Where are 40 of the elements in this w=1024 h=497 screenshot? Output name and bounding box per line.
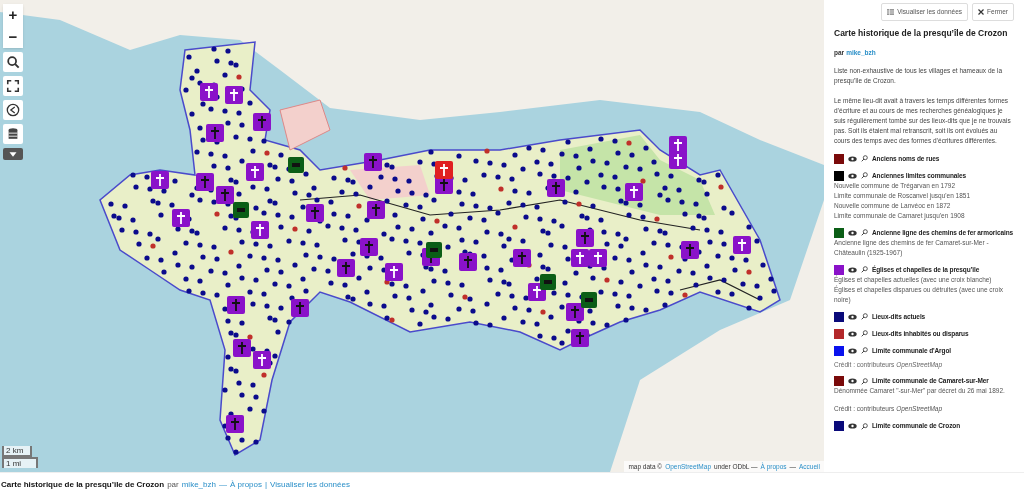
eye-icon[interactable] bbox=[848, 229, 857, 236]
eye-icon[interactable] bbox=[848, 155, 857, 162]
table-icon bbox=[887, 9, 895, 15]
zoom-to-icon[interactable] bbox=[861, 266, 868, 273]
layers-button[interactable] bbox=[3, 124, 23, 144]
zoom-in-button[interactable]: + bbox=[3, 4, 23, 26]
eye-icon[interactable] bbox=[848, 378, 857, 385]
zoom-to-icon[interactable] bbox=[861, 172, 868, 179]
share-icon bbox=[6, 103, 20, 117]
eye-icon[interactable] bbox=[848, 172, 857, 179]
search-button[interactable] bbox=[3, 52, 23, 72]
zoom-to-icon[interactable] bbox=[861, 313, 868, 320]
eye-icon[interactable] bbox=[848, 313, 857, 320]
eye-icon[interactable] bbox=[848, 266, 857, 273]
database-icon bbox=[6, 127, 20, 141]
zoom-to-icon[interactable] bbox=[861, 229, 868, 236]
zoom-to-icon[interactable] bbox=[861, 155, 868, 162]
zoom-to-icon[interactable] bbox=[861, 422, 868, 430]
search-icon bbox=[6, 55, 20, 69]
zoom-out-button[interactable]: − bbox=[3, 26, 23, 48]
zoom-to-icon[interactable] bbox=[861, 377, 868, 385]
author-link[interactable]: mike_bzh bbox=[181, 479, 216, 491]
eye-icon[interactable] bbox=[848, 347, 857, 354]
eye-icon[interactable] bbox=[848, 330, 857, 337]
footer-title: Carte historique de la presqu’île de Crozon bbox=[1, 479, 165, 491]
zoom-to-icon[interactable] bbox=[861, 330, 868, 337]
eye-icon[interactable] bbox=[848, 423, 857, 430]
footer-link[interactable]: Visualiser les données bbox=[270, 479, 350, 491]
separator: — bbox=[218, 479, 227, 491]
share-button[interactable] bbox=[3, 100, 23, 120]
footer-text: par bbox=[167, 479, 179, 491]
panel-title: Carte historique de la presqu’île de Crozon bbox=[834, 27, 1009, 40]
zoom-to-icon[interactable] bbox=[861, 347, 868, 354]
fullscreen-icon bbox=[6, 79, 20, 93]
separator: | bbox=[265, 479, 268, 491]
fullscreen-button[interactable] bbox=[3, 76, 23, 96]
more-button[interactable] bbox=[3, 148, 23, 160]
close-icon bbox=[978, 9, 985, 15]
scale-bar: 1 mi bbox=[2, 457, 38, 468]
footer-link[interactable]: À propos bbox=[229, 479, 262, 491]
